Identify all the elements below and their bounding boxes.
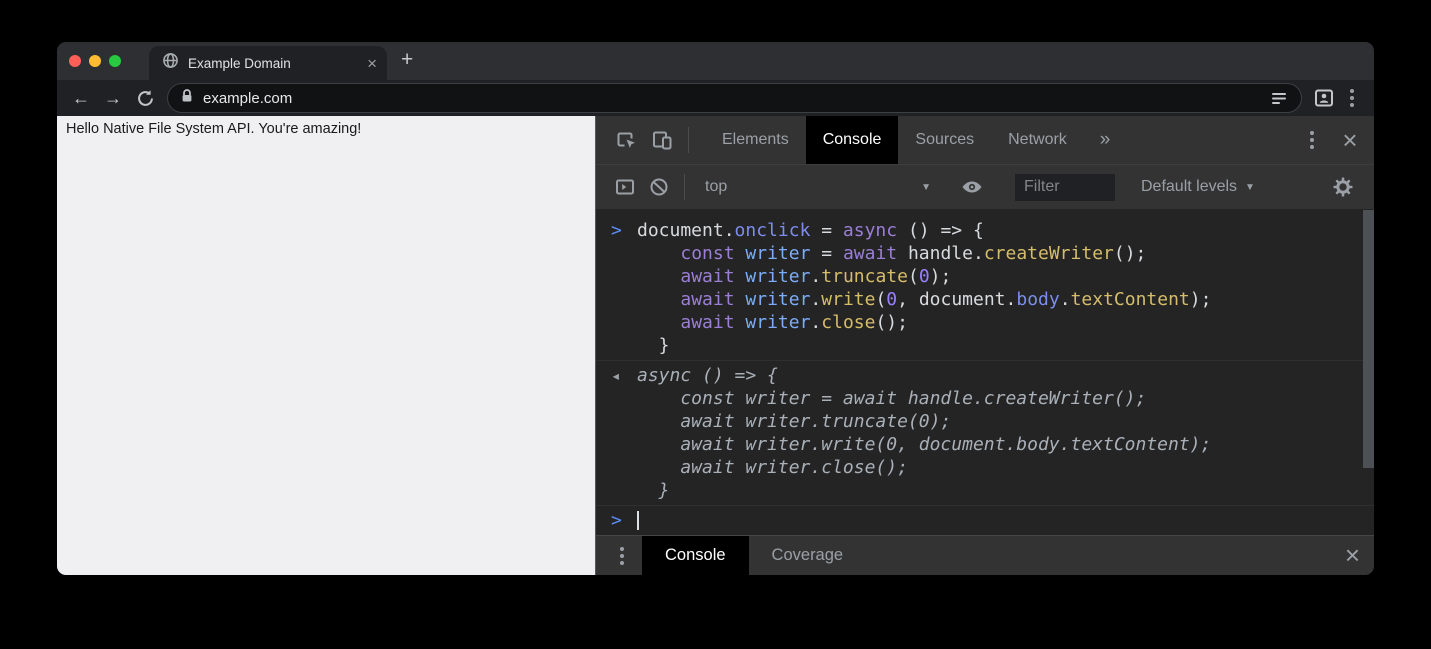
address-bar[interactable]: example.com [167, 83, 1302, 113]
clear-console-icon[interactable] [642, 165, 676, 209]
window-controls [57, 55, 135, 67]
console-toolbar: top ▼ Default levels ▼ [596, 165, 1374, 210]
console-output: >document.onclick = async () => { const … [596, 210, 1374, 535]
reading-list-icon[interactable] [1269, 89, 1289, 107]
log-levels-label: Default levels [1141, 178, 1237, 196]
url-text: example.com [203, 90, 292, 107]
tab-favicon-globe-icon [162, 52, 179, 74]
console-scrollbar[interactable] [1363, 210, 1374, 468]
lock-icon[interactable] [180, 88, 194, 109]
minimize-window-button[interactable] [89, 55, 101, 67]
drawer-tab-console[interactable]: Console [642, 536, 749, 575]
browser-tab[interactable]: Example Domain × [149, 46, 387, 80]
more-tabs-icon[interactable]: » [1084, 116, 1127, 164]
tab-sources[interactable]: Sources [898, 116, 991, 164]
devtools-drawer: Console Coverage × [596, 535, 1374, 575]
new-tab-button[interactable]: + [387, 48, 413, 74]
inspect-element-icon[interactable] [608, 116, 644, 164]
devtools-tabs: Elements Console Sources Network » [705, 116, 1126, 164]
result-marker-icon: ◂ [596, 364, 637, 502]
browser-toolbar: ← → example.com [57, 80, 1374, 116]
devtools-panel: Elements Console Sources Network » × [595, 116, 1374, 575]
toolbar-separator [688, 127, 689, 153]
drawer-tab-coverage[interactable]: Coverage [749, 536, 867, 575]
context-label: top [705, 178, 727, 196]
forward-icon[interactable]: → [97, 89, 129, 107]
console-caret [637, 511, 639, 530]
console-prompt-icon: > [596, 509, 637, 532]
log-levels-dropdown[interactable]: Default levels ▼ [1141, 178, 1255, 196]
tab-close-icon[interactable]: × [367, 55, 377, 72]
reload-icon[interactable] [129, 89, 161, 108]
console-code: document.onclick = async () => { const w… [637, 219, 1211, 357]
tab-title: Example Domain [188, 56, 358, 71]
page-content: Hello Native File System API. You're ama… [57, 116, 595, 575]
window-content: Hello Native File System API. You're ama… [57, 116, 1374, 575]
chevron-down-icon: ▼ [921, 182, 931, 193]
console-entry-result: ◂async () => { const writer = await hand… [596, 361, 1374, 506]
live-expression-eye-icon[interactable] [955, 165, 989, 209]
devtools-toolbar: Elements Console Sources Network » × [596, 116, 1374, 165]
device-toolbar-icon[interactable] [644, 116, 680, 164]
tab-elements[interactable]: Elements [705, 116, 806, 164]
console-sidebar-toggle-icon[interactable] [608, 165, 642, 209]
execution-context-selector[interactable]: top ▼ [705, 178, 931, 196]
toolbar-separator [684, 174, 685, 200]
console-filter-input[interactable] [1015, 174, 1115, 201]
back-icon[interactable]: ← [65, 89, 97, 107]
tab-strip: Example Domain × + [57, 42, 1374, 80]
profile-icon[interactable] [1310, 84, 1338, 112]
drawer-menu-icon[interactable] [610, 554, 634, 558]
devtools-menu-icon[interactable] [1294, 116, 1330, 164]
console-code: async () => { const writer = await handl… [637, 364, 1211, 502]
console-settings-gear-icon[interactable] [1326, 165, 1360, 209]
tab-network[interactable]: Network [991, 116, 1084, 164]
browser-menu-icon[interactable] [1338, 84, 1366, 112]
devtools-toolbar-right: × [1294, 116, 1368, 164]
drawer-close-icon[interactable]: × [1345, 542, 1360, 569]
console-code [637, 509, 639, 532]
zoom-window-button[interactable] [109, 55, 121, 67]
console-entry-input: >document.onclick = async () => { const … [596, 216, 1374, 361]
chevron-down-icon: ▼ [1245, 182, 1255, 193]
console-entries: >document.onclick = async () => { const … [596, 216, 1374, 535]
close-window-button[interactable] [69, 55, 81, 67]
browser-window: Example Domain × + ← → example.com [57, 42, 1374, 575]
tab-console[interactable]: Console [806, 116, 899, 164]
page-text: Hello Native File System API. You're ama… [66, 121, 586, 137]
devtools-close-icon[interactable]: × [1332, 116, 1368, 164]
console-input-line[interactable]: > [596, 506, 1374, 535]
console-prompt-icon: > [596, 219, 637, 357]
